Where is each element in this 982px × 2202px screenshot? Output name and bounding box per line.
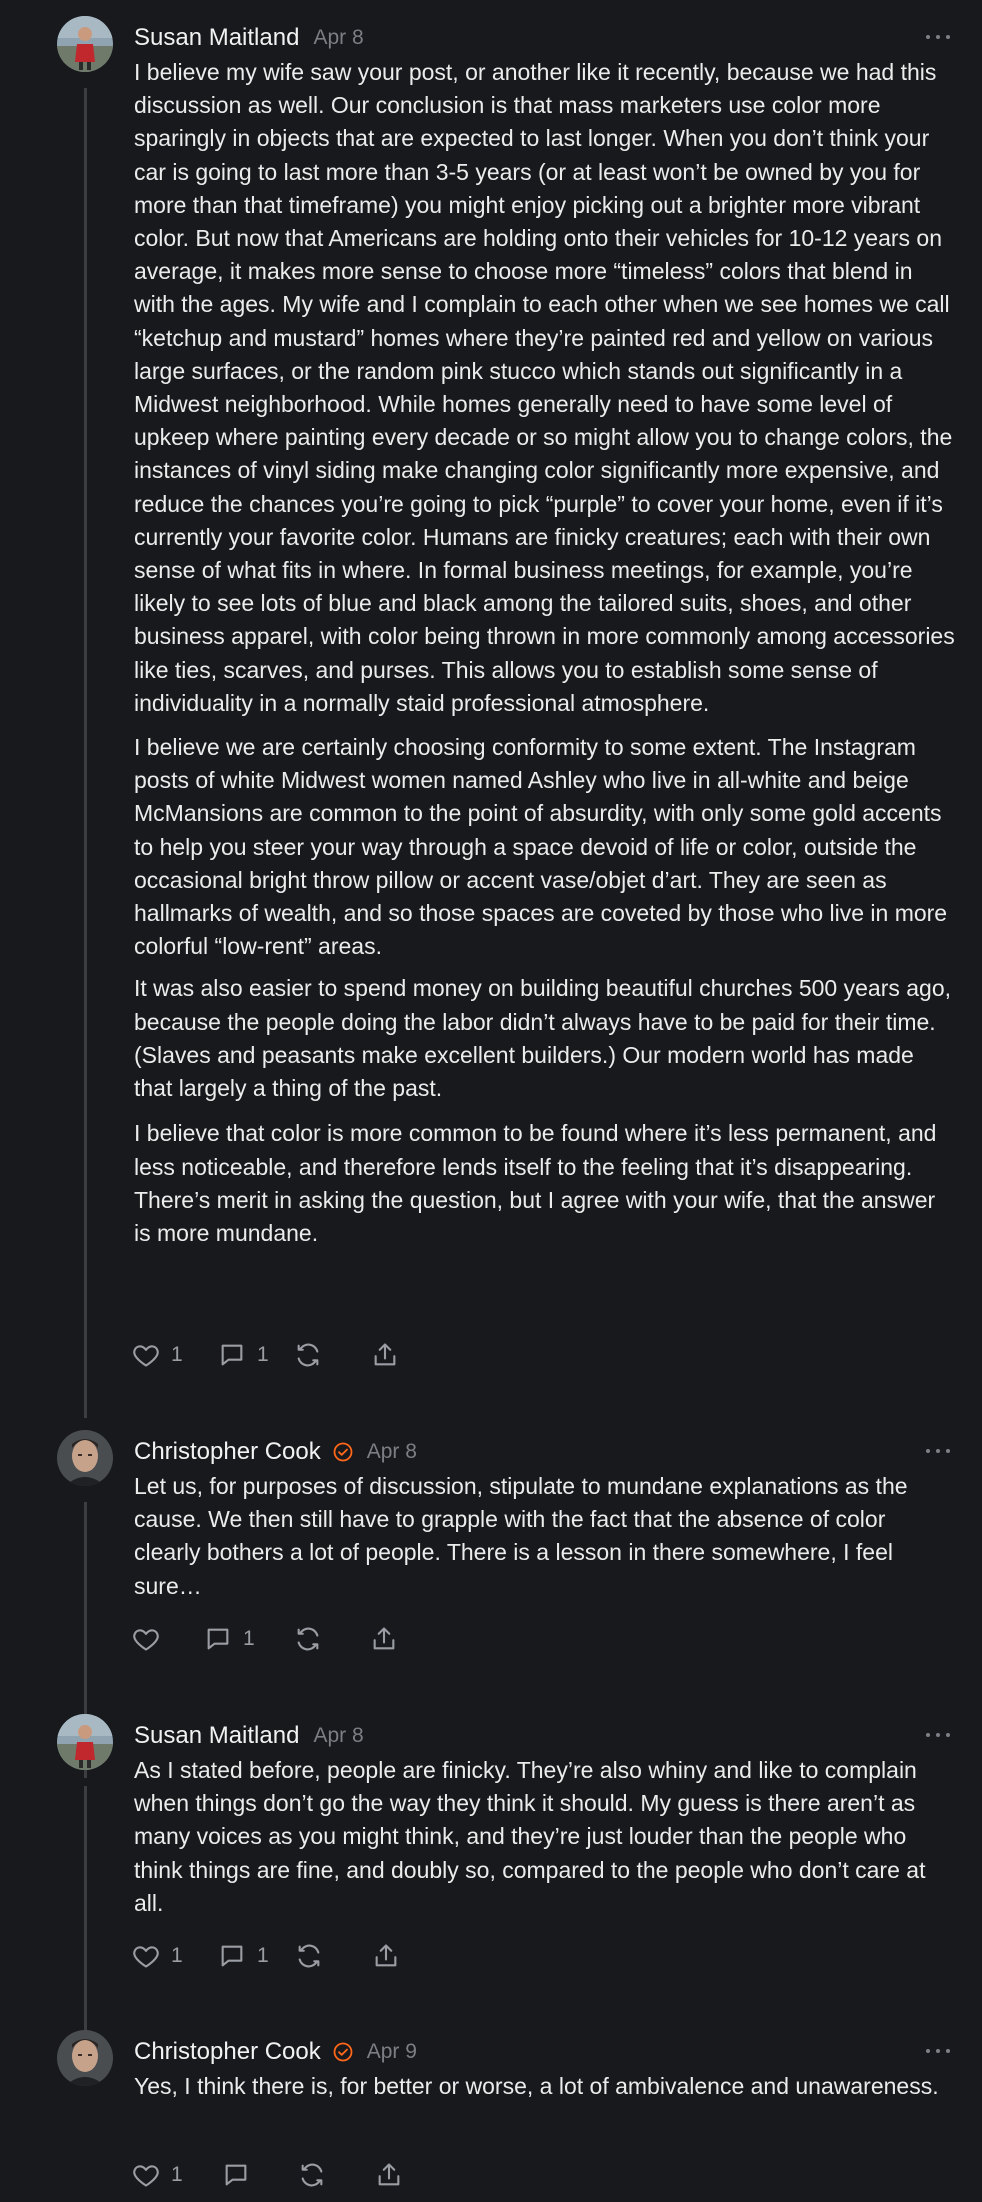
comment-actions: 1 1 <box>131 1338 400 1372</box>
verified-badge-icon <box>333 2042 353 2062</box>
reply-button[interactable] <box>221 2161 297 2189</box>
more-options-icon[interactable] <box>926 32 950 42</box>
comment-body: I believe my wife saw your post, or anot… <box>134 56 956 1250</box>
like-count: 1 <box>171 1343 183 1366</box>
avatar-susan[interactable] <box>57 1714 113 1770</box>
share-icon <box>374 1343 396 1366</box>
avatar-susan[interactable] <box>57 16 113 72</box>
comment-date[interactable]: Apr 8 <box>313 1724 363 1748</box>
more-options-icon[interactable] <box>926 2046 950 2056</box>
comment-header: Susan Maitland Apr 8 <box>134 1721 364 1751</box>
comment-date[interactable]: Apr 8 <box>313 26 363 50</box>
share-icon <box>375 1944 397 1967</box>
comment-actions: 1 <box>131 1622 399 1656</box>
comment-paragraph: It was also easier to spend money on bui… <box>134 975 952 1102</box>
like-button[interactable]: 1 <box>131 1942 217 1970</box>
restack-icon <box>297 1343 319 1367</box>
comment-body: Yes, I think there is, for better or wor… <box>134 2070 956 2103</box>
comment-date[interactable]: Apr 8 <box>367 1440 417 1464</box>
thread-line <box>84 88 87 1418</box>
comment-paragraph: I believe we are certainly choosing conf… <box>134 734 948 960</box>
reply-count: 1 <box>257 1944 269 1967</box>
author-name[interactable]: Susan Maitland <box>134 1722 299 1750</box>
share-icon <box>373 1627 395 1650</box>
comment-paragraph: Yes, I think there is, for better or wor… <box>134 2073 939 2099</box>
avatar-christopher[interactable] <box>57 2030 113 2086</box>
comment-body: Let us, for purposes of discussion, stip… <box>134 1470 956 1603</box>
comment-icon <box>221 1945 243 1967</box>
share-icon <box>378 2163 400 2186</box>
reply-count: 1 <box>243 1627 255 1650</box>
comment-icon <box>207 1628 229 1650</box>
reply-button[interactable]: 1 <box>217 1341 293 1369</box>
author-name[interactable]: Susan Maitland <box>134 24 299 52</box>
heart-icon <box>133 1946 159 1968</box>
verified-badge-icon <box>333 1442 353 1462</box>
reply-count: 1 <box>257 1343 269 1366</box>
comment-paragraph: Let us, for purposes of discussion, stip… <box>134 1473 908 1599</box>
like-button[interactable]: 1 <box>131 1341 217 1369</box>
author-name[interactable]: Christopher Cook <box>134 2038 321 2066</box>
restack-icon <box>301 2163 323 2187</box>
like-button[interactable]: 1 <box>131 2161 221 2189</box>
comment-actions: 1 1 <box>131 1939 401 1973</box>
reply-button[interactable]: 1 <box>217 1942 294 1970</box>
comment-actions: 1 <box>131 2158 404 2192</box>
comment-paragraph: I believe my wife saw your post, or anot… <box>134 59 955 716</box>
restack-icon <box>297 1627 319 1651</box>
comment-date[interactable]: Apr 9 <box>367 2040 417 2064</box>
author-name[interactable]: Christopher Cook <box>134 1438 321 1466</box>
reply-button[interactable]: 1 <box>203 1625 293 1653</box>
heart-icon <box>133 1345 159 1367</box>
share-button[interactable] <box>374 2161 404 2189</box>
more-options-icon[interactable] <box>926 1730 950 1740</box>
comment-body: As I stated before, people are finicky. … <box>134 1754 956 1920</box>
comment-header: Susan Maitland Apr 8 <box>134 23 364 53</box>
comment-header: Christopher Cook Apr 9 <box>134 2037 417 2067</box>
like-count: 1 <box>171 2163 183 2186</box>
more-options-icon[interactable] <box>926 1446 950 1456</box>
like-count: 1 <box>171 1944 183 1967</box>
restack-button[interactable] <box>293 1341 370 1369</box>
share-button[interactable] <box>369 1625 399 1653</box>
comment-paragraph: As I stated before, people are finicky. … <box>134 1757 926 1916</box>
share-button[interactable] <box>371 1942 401 1970</box>
like-button[interactable] <box>131 1625 203 1653</box>
comment-icon <box>221 1344 243 1366</box>
restack-icon <box>298 1944 320 1968</box>
restack-button[interactable] <box>294 1942 371 1970</box>
comment-paragraph: I believe that color is more common to b… <box>134 1120 937 1246</box>
share-button[interactable] <box>370 1341 400 1369</box>
heart-icon <box>133 2165 159 2187</box>
restack-button[interactable] <box>297 2161 374 2189</box>
restack-button[interactable] <box>293 1625 369 1653</box>
comment-header: Christopher Cook Apr 8 <box>134 1437 417 1467</box>
avatar-christopher[interactable] <box>57 1430 113 1486</box>
comment-icon <box>225 2164 247 2186</box>
heart-icon <box>133 1629 159 1651</box>
